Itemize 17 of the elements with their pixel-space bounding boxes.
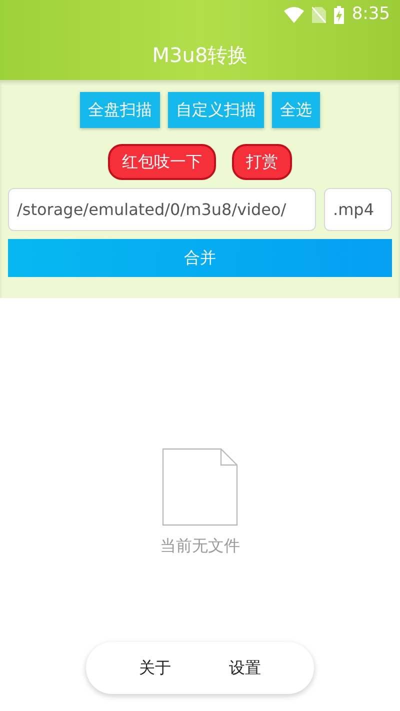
- battery-charging-icon: [334, 6, 344, 24]
- wifi-icon: [284, 7, 304, 23]
- scan-button[interactable]: 自定义扫描: [168, 92, 264, 128]
- scan-button[interactable]: 全盘扫描: [80, 92, 160, 128]
- nav-button[interactable]: 关于: [133, 655, 177, 681]
- path-field[interactable]: /storage/emulated/0/m3u8/video/: [8, 188, 316, 231]
- empty-message: 当前无文件: [160, 535, 240, 557]
- empty-file-icon: [162, 448, 238, 526]
- reward-button[interactable]: 打赏: [232, 144, 292, 180]
- scan-button[interactable]: 全选: [272, 92, 320, 128]
- status-time: 8:35: [352, 3, 390, 26]
- nav-button[interactable]: 设置: [223, 655, 267, 681]
- reward-button[interactable]: 红包吱一下: [108, 144, 216, 180]
- app-title: M3u8转换: [152, 43, 248, 67]
- no-sim-icon: [312, 7, 326, 23]
- extension-field[interactable]: .mp4: [324, 188, 392, 231]
- merge-button[interactable]: 合并: [8, 239, 392, 277]
